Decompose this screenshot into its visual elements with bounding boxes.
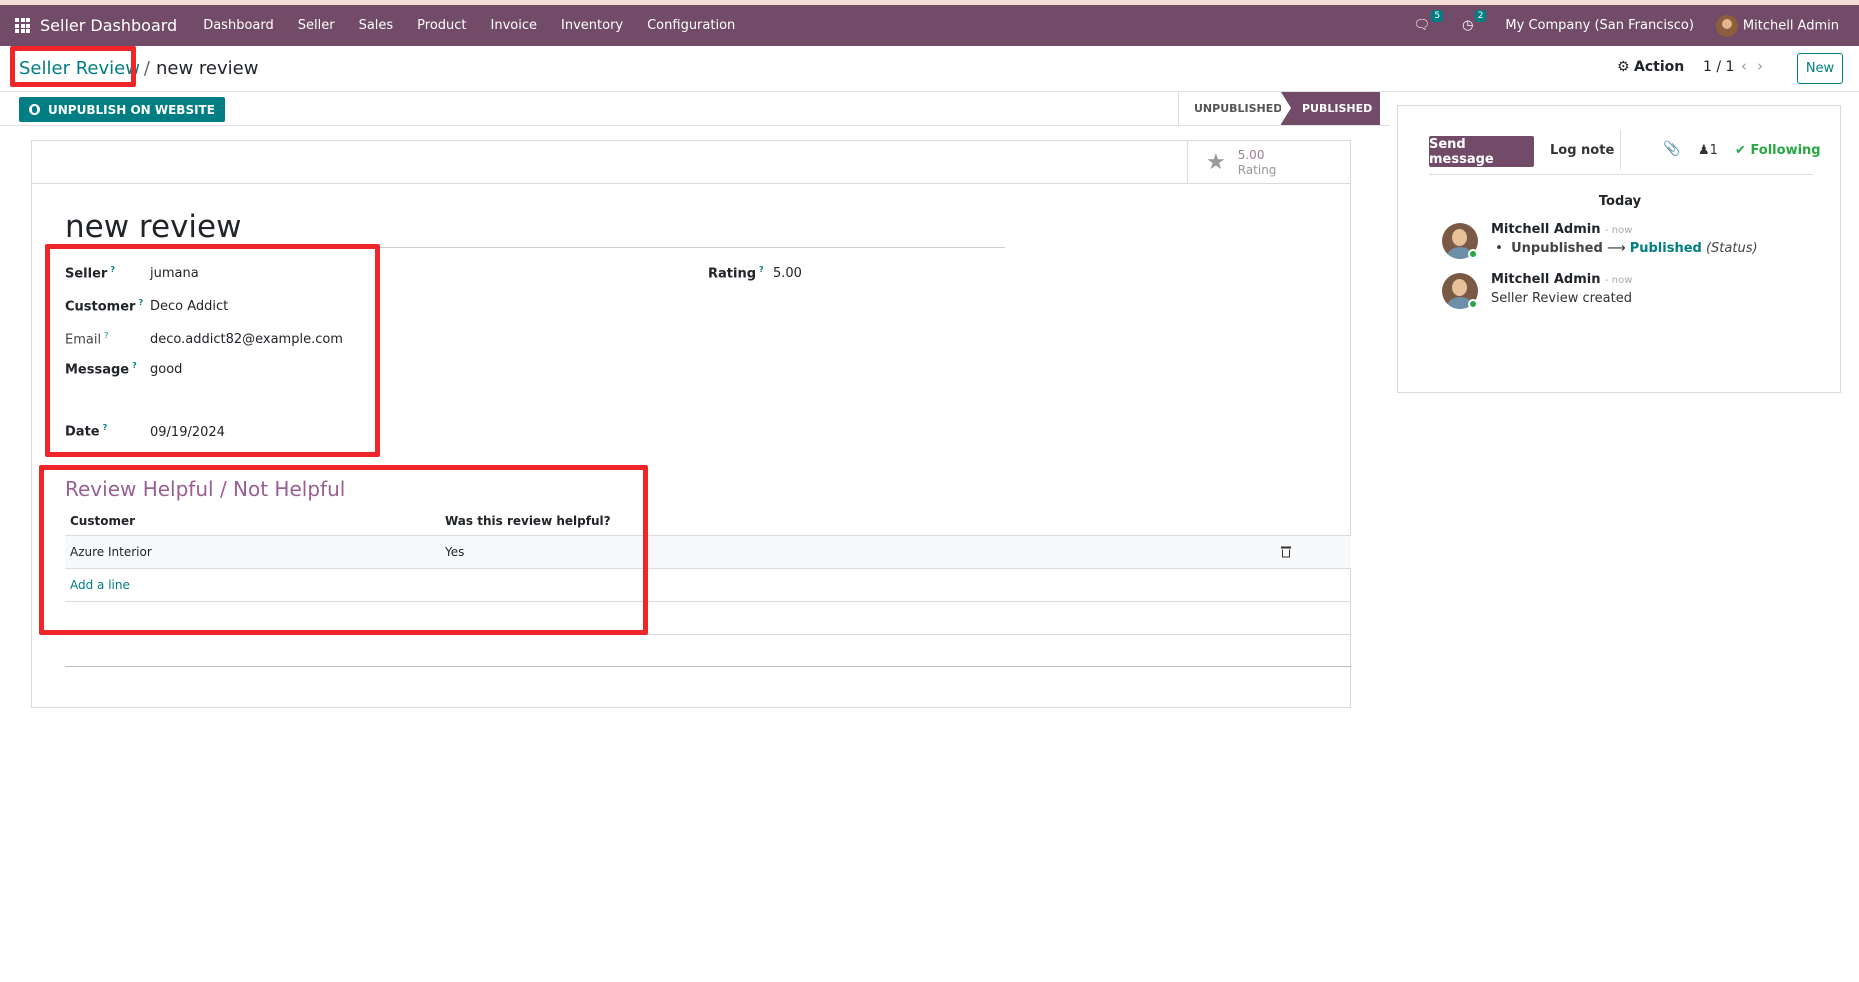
gear-icon: ⚙ xyxy=(1617,59,1630,75)
activities-badge: 2 xyxy=(1474,10,1487,22)
clock-icon: ◷ xyxy=(1462,18,1474,33)
chevron-right-icon[interactable]: › xyxy=(1757,57,1773,75)
chatter-separator xyxy=(1429,174,1813,175)
app-brand[interactable]: Seller Dashboard xyxy=(40,16,177,35)
rating-field[interactable]: 5.00 xyxy=(773,266,802,281)
message-author: Mitchell Admin - now xyxy=(1491,222,1633,237)
highlight-helpful-section xyxy=(39,465,648,635)
user-name: Mitchell Admin xyxy=(1742,18,1839,33)
followers-button[interactable]: ♟1 xyxy=(1698,143,1718,158)
pager-arrows: ‹› xyxy=(1741,57,1773,75)
table-bottom-line xyxy=(65,666,1351,667)
rating-stat-button[interactable]: ★ 5.00 Rating xyxy=(1187,141,1350,184)
messages-button[interactable]: 🗨 5 xyxy=(1413,10,1444,33)
old-value: Unpublished xyxy=(1511,241,1603,256)
action-button[interactable]: ⚙ Action xyxy=(1617,59,1684,75)
rating-label: Rating? xyxy=(708,265,764,282)
log-note-button[interactable]: Log note xyxy=(1550,143,1614,158)
breadcrumb-current: new review xyxy=(156,58,259,79)
followers-count: 1 xyxy=(1709,143,1718,158)
tracking-change: • Unpublished ⟶ Published (Status) xyxy=(1491,241,1758,256)
check-icon: ✔ xyxy=(1735,143,1746,158)
menu-invoice[interactable]: Invoice xyxy=(491,18,537,33)
pager-value[interactable]: 1 / 1 xyxy=(1703,59,1734,75)
record-title[interactable]: new review xyxy=(65,209,241,245)
person-icon: ♟ xyxy=(1698,143,1710,158)
chatter-divider xyxy=(1620,130,1621,170)
menu-product[interactable]: Product xyxy=(417,18,466,33)
stage-arrow xyxy=(1281,92,1291,124)
message-time: - now xyxy=(1604,275,1633,286)
menu-dashboard[interactable]: Dashboard xyxy=(203,18,274,33)
tracked-field: (Status) xyxy=(1705,241,1758,256)
chevron-left-icon[interactable]: ‹ xyxy=(1741,57,1757,75)
button-box: ★ 5.00 Rating xyxy=(32,141,1350,184)
stage-published[interactable]: PUBLISHED xyxy=(1281,92,1380,125)
menu-inventory[interactable]: Inventory xyxy=(561,18,623,33)
menu-seller[interactable]: Seller xyxy=(298,18,335,33)
following-label: Following xyxy=(1750,143,1821,158)
top-navbar: Seller Dashboard Dashboard Seller Sales … xyxy=(0,5,1859,46)
rating-stat-label: Rating xyxy=(1237,162,1277,177)
highlight-breadcrumb xyxy=(10,46,136,87)
apps-grid-icon[interactable] xyxy=(15,18,30,33)
date-separator-today: Today xyxy=(1598,194,1642,209)
control-panel: Seller Review / new review xyxy=(0,46,1859,92)
breadcrumb-separator: / xyxy=(143,58,150,79)
stage-unpublished[interactable]: UNPUBLISHED xyxy=(1178,92,1283,125)
unpublish-website-button[interactable]: UNPUBLISH ON WEBSITE xyxy=(19,97,225,122)
chat-bubbles-icon: 🗨 xyxy=(1413,18,1431,33)
online-status-icon xyxy=(1468,249,1478,259)
message-author: Mitchell Admin - now xyxy=(1491,272,1633,287)
message-time: - now xyxy=(1604,225,1633,236)
new-value: Published xyxy=(1629,241,1702,256)
send-message-button[interactable]: Send message xyxy=(1429,136,1534,167)
globe-icon xyxy=(29,104,40,115)
activities-button[interactable]: ◷ 2 xyxy=(1462,10,1487,33)
arrow-right-icon: ⟶ xyxy=(1606,241,1626,256)
new-button[interactable]: New xyxy=(1797,53,1843,84)
chatter-panel: Send message Log note 📎 ♟1 ✔ Following T… xyxy=(1397,105,1841,393)
menu-configuration[interactable]: Configuration xyxy=(647,18,735,33)
star-icon: ★ xyxy=(1206,150,1226,175)
rating-stat-value: 5.00 xyxy=(1237,147,1265,162)
trash-icon[interactable] xyxy=(1281,546,1291,558)
user-avatar xyxy=(1715,14,1738,37)
following-button[interactable]: ✔ Following xyxy=(1735,143,1821,158)
paperclip-icon[interactable]: 📎 xyxy=(1663,141,1680,157)
action-label: Action xyxy=(1634,59,1685,75)
status-bar: UNPUBLISH ON WEBSITE UNPUBLISHED PUBLISH… xyxy=(0,92,1390,126)
online-status-icon xyxy=(1468,299,1478,309)
message-body: Seller Review created xyxy=(1491,291,1632,306)
highlight-fields xyxy=(45,244,380,457)
menu-sales[interactable]: Sales xyxy=(359,18,394,33)
user-menu[interactable]: Mitchell Admin xyxy=(1715,14,1839,37)
messages-badge: 5 xyxy=(1431,10,1444,22)
company-switcher[interactable]: My Company (San Francisco) xyxy=(1505,18,1693,33)
unpublish-label: UNPUBLISH ON WEBSITE xyxy=(48,102,215,117)
